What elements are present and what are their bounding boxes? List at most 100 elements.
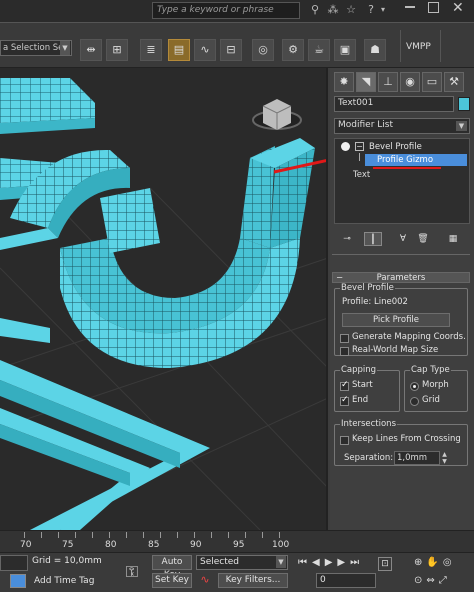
maximize-icon[interactable] bbox=[428, 2, 439, 13]
lightbulb-icon[interactable] bbox=[341, 142, 350, 151]
viewport-nav-icon[interactable]: ⊕✋◎ bbox=[414, 557, 456, 568]
grid-label: Grid bbox=[422, 395, 440, 405]
key-mode-label: Selected bbox=[200, 557, 240, 567]
set-key-button[interactable]: Set Key bbox=[152, 573, 192, 588]
coordinate-field[interactable] bbox=[0, 555, 28, 571]
utilities-tab-icon[interactable]: ⚒ bbox=[444, 72, 464, 92]
help-icon[interactable]: ? bbox=[364, 3, 378, 17]
timeline-tick-label: 100 bbox=[272, 540, 290, 550]
help-dropdown-icon[interactable]: ▾ bbox=[378, 3, 388, 17]
parameters-rollout[interactable]: − Parameters bbox=[332, 272, 470, 283]
start-label: Start bbox=[352, 380, 373, 390]
current-frame-field[interactable]: 0 bbox=[316, 573, 376, 588]
render-setup-icon[interactable]: ⚙ bbox=[282, 39, 304, 61]
timeline-tick-label: 95 bbox=[233, 540, 245, 550]
playback-controls-icon[interactable]: ⏮◀▶▶⏭ bbox=[298, 557, 364, 568]
toolbar-divider bbox=[440, 30, 441, 62]
search-input[interactable]: Type a keyword or phrase bbox=[152, 2, 300, 19]
object-name-field[interactable]: Text001 bbox=[334, 96, 454, 112]
start-checkbox[interactable] bbox=[340, 380, 349, 391]
binoculars-icon[interactable]: ⚲ bbox=[308, 3, 322, 17]
chevron-down-icon[interactable]: ▼ bbox=[60, 41, 70, 55]
stack-item-bevel-profile[interactable]: Bevel Profile bbox=[369, 141, 422, 153]
object-color-swatch[interactable] bbox=[458, 97, 470, 111]
curve-editor-icon[interactable]: ∿ bbox=[194, 39, 216, 61]
keep-lines-checkbox[interactable] bbox=[340, 436, 349, 445]
align-icon[interactable]: ⊞ bbox=[106, 39, 128, 61]
perspective-viewport[interactable] bbox=[0, 68, 328, 530]
timeline-tick-label: 75 bbox=[62, 540, 74, 550]
modifier-list-label: Modifier List bbox=[338, 120, 393, 130]
motion-tab-icon[interactable]: ◉ bbox=[400, 72, 420, 92]
collapse-icon[interactable]: − bbox=[355, 142, 364, 151]
display-tab-icon[interactable]: ▭ bbox=[422, 72, 442, 92]
minimize-icon[interactable] bbox=[405, 6, 415, 8]
cap-type-group-label: Cap Type bbox=[410, 365, 451, 375]
command-panel: ✸ ◥ ⊥ ◉ ▭ ⚒ Text001 Modifier List ▼ − Bev… bbox=[330, 68, 474, 530]
morph-label: Morph bbox=[422, 380, 449, 390]
separation-field[interactable]: 1,0mm bbox=[394, 451, 440, 465]
schematic-view-icon[interactable]: ⊟ bbox=[220, 39, 242, 61]
remove-modifier-icon[interactable]: 🗑 bbox=[414, 232, 432, 246]
tangent-icon[interactable]: ∿ bbox=[196, 573, 214, 588]
mirror-icon[interactable]: ⇹ bbox=[80, 39, 102, 61]
material-editor-icon[interactable]: ◎ bbox=[252, 39, 274, 61]
bevel-profile-group-label: Bevel Profile bbox=[340, 283, 395, 293]
rollout-collapse-icon: − bbox=[336, 273, 344, 283]
close-icon[interactable]: ✕ bbox=[452, 0, 464, 16]
timeline-tick-label: 80 bbox=[105, 540, 117, 550]
separation-spinner-icon[interactable]: ▲ ▼ bbox=[441, 451, 448, 465]
intersections-group-label: Intersections bbox=[340, 419, 397, 429]
chevron-down-icon: ▼ bbox=[456, 121, 467, 131]
key-icon[interactable]: ⚿ bbox=[118, 559, 146, 585]
profile-label: Profile: Line002 bbox=[342, 297, 408, 307]
time-tag-icon[interactable] bbox=[10, 574, 26, 588]
viewcube-icon[interactable] bbox=[252, 99, 302, 130]
modifier-stack: − Bevel Profile Profile Gizmo Text bbox=[334, 138, 470, 224]
pin-stack-icon[interactable]: ⊸ bbox=[338, 232, 356, 246]
configure-sets-icon[interactable]: ▦ bbox=[444, 232, 462, 246]
add-time-tag-button[interactable]: Add Time Tag bbox=[34, 576, 94, 586]
teapot-icon[interactable]: ☗ bbox=[364, 39, 386, 61]
key-mode-dropdown[interactable]: Selected bbox=[196, 555, 288, 570]
create-tab-icon[interactable]: ✸ bbox=[334, 72, 354, 92]
viewport-scene bbox=[0, 78, 326, 530]
timeline-tick-label: 90 bbox=[190, 540, 202, 550]
real-world-map-label: Real-World Map Size bbox=[352, 345, 439, 355]
stack-item-text[interactable]: Text bbox=[353, 169, 370, 181]
key-filters-button[interactable]: Key Filters... bbox=[218, 573, 288, 588]
auto-key-button[interactable]: Auto Key bbox=[152, 555, 192, 580]
chevron-down-icon[interactable]: ▼ bbox=[276, 556, 286, 568]
scene-explorer-icon[interactable]: ▤ bbox=[168, 39, 190, 61]
grid-radio[interactable] bbox=[410, 397, 419, 406]
show-end-result-icon[interactable]: ┃ bbox=[364, 232, 382, 246]
grid-size-label: Grid = 10,0mm bbox=[32, 556, 102, 566]
hierarchy-tab-icon[interactable]: ⊥ bbox=[378, 72, 398, 92]
star-icon[interactable]: ☆ bbox=[344, 3, 358, 17]
render-frame-icon[interactable]: ▣ bbox=[334, 39, 356, 61]
capping-group-label: Capping bbox=[340, 365, 378, 375]
modify-tab-icon[interactable]: ◥ bbox=[356, 72, 376, 92]
timeline-tick-label: 85 bbox=[148, 540, 160, 550]
modifier-list-dropdown[interactable]: Modifier List ▼ bbox=[334, 118, 470, 134]
stack-item-profile-gizmo[interactable]: Profile Gizmo bbox=[365, 154, 467, 166]
pick-profile-button[interactable]: Pick Profile bbox=[342, 313, 450, 327]
render-icon[interactable]: ☕ bbox=[308, 39, 330, 61]
selection-set-label: a Selection Set bbox=[3, 43, 67, 53]
morph-radio[interactable] bbox=[410, 382, 419, 391]
make-unique-icon[interactable]: ∀ bbox=[394, 232, 412, 246]
time-config-icon[interactable]: ⊡ bbox=[378, 557, 392, 571]
stack-sub-item-label: Profile Gizmo bbox=[377, 155, 434, 165]
vmpp-label[interactable]: VMPP bbox=[406, 42, 431, 52]
parameters-title: Parameters bbox=[376, 273, 426, 283]
viewport-zoom-icon[interactable]: ⊙⇔⤢ bbox=[414, 575, 451, 586]
real-world-map-checkbox[interactable] bbox=[340, 347, 349, 356]
layer-manager-icon[interactable]: ≣ bbox=[140, 39, 162, 61]
end-checkbox[interactable] bbox=[340, 395, 349, 406]
keep-lines-label: Keep Lines From Crossing bbox=[352, 434, 461, 444]
network-icon[interactable]: ⁂ bbox=[326, 3, 340, 17]
divider bbox=[332, 254, 470, 255]
generate-mapping-checkbox[interactable] bbox=[340, 334, 349, 343]
stack-buttons: ⊸ ┃ ∀ 🗑 ▦ bbox=[334, 232, 470, 246]
generate-mapping-label: Generate Mapping Coords. bbox=[352, 332, 466, 342]
